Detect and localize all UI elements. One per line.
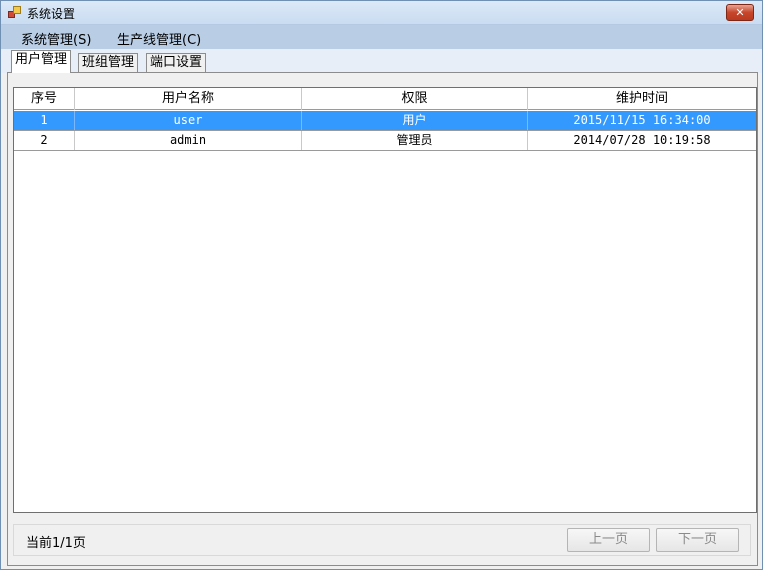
cell-permission: 管理员	[302, 131, 528, 150]
window-title: 系统设置	[27, 7, 76, 21]
menu-production-line-management[interactable]: 生产线管理(C)	[117, 29, 201, 48]
column-header-index[interactable]: 序号	[14, 88, 75, 110]
prev-page-button[interactable]: 上一页	[567, 528, 650, 552]
cell-username: user	[75, 111, 302, 130]
column-header-permission[interactable]: 权限	[302, 88, 528, 110]
settings-window: 系统设置 ✕ 系统管理(S) 生产线管理(C) 用户管理 班组管理 端口设置 序…	[0, 0, 763, 570]
table-row[interactable]: 2 admin 管理员 2014/07/28 10:19:58	[14, 131, 756, 151]
menu-system-management[interactable]: 系统管理(S)	[21, 29, 91, 48]
table-row[interactable]: 1 user 用户 2015/11/15 16:34:00	[14, 111, 756, 131]
close-button[interactable]: ✕	[726, 4, 754, 21]
cell-maintenance-time: 2014/07/28 10:19:58	[573, 133, 711, 147]
app-icon	[8, 6, 22, 20]
menu-bar: 系统管理(S) 生产线管理(C)	[1, 25, 762, 49]
column-header-username[interactable]: 用户名称	[75, 88, 302, 110]
cell-permission: 用户	[302, 111, 528, 130]
tab-strip: 用户管理 班组管理 端口设置	[1, 49, 762, 73]
cell-username: admin	[75, 131, 302, 150]
cell-index: 1	[14, 111, 75, 130]
cell-maintenance-time: 2015/11/15 16:34:00	[573, 113, 711, 127]
title-bar[interactable]: 系统设置 ✕	[1, 1, 762, 25]
table-header: 序号 用户名称 权限 维护时间	[14, 88, 756, 110]
cell-index: 2	[14, 131, 75, 150]
tab-team-management[interactable]: 班组管理	[78, 53, 139, 72]
user-table: 序号 用户名称 权限 维护时间 1 user 用户 2015/11/15 16:…	[13, 87, 757, 513]
page-info: 当前1/1页	[26, 536, 86, 551]
tab-user-management[interactable]: 用户管理	[11, 50, 72, 73]
column-header-maintenance-time[interactable]: 维护时间	[528, 88, 756, 110]
tab-port-settings[interactable]: 端口设置	[146, 53, 207, 72]
next-page-button[interactable]: 下一页	[656, 528, 739, 552]
pagination-bar: 当前1/1页 上一页 下一页	[13, 524, 751, 556]
